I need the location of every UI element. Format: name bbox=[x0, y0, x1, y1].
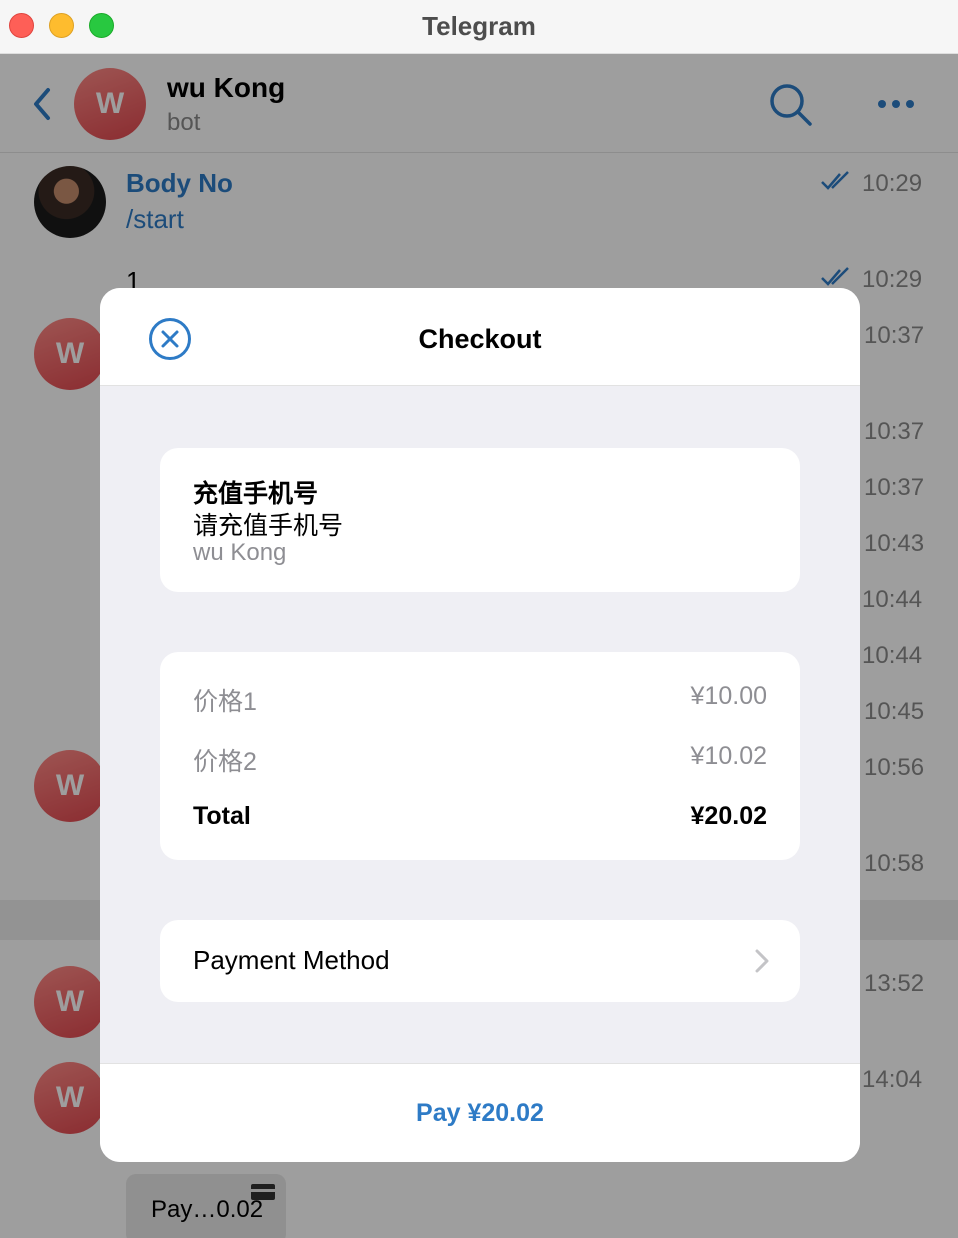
price-row: 价格2 ¥10.02 bbox=[193, 742, 767, 776]
price-value: ¥10.02 bbox=[690, 742, 767, 770]
pay-button[interactable]: Pay ¥20.02 bbox=[100, 1064, 860, 1162]
price-value: ¥10.00 bbox=[690, 682, 767, 710]
pay-bar: Pay ¥20.02 bbox=[100, 1063, 860, 1162]
total-label: Total bbox=[193, 802, 251, 830]
product-description: 请充值手机号 bbox=[193, 512, 344, 540]
price-label: 价格1 bbox=[193, 688, 257, 716]
chevron-right-icon bbox=[755, 949, 769, 973]
product-title: 充值手机号 bbox=[193, 480, 319, 508]
price-breakdown-card: 价格1 ¥10.00 价格2 ¥10.02 Total ¥20.02 bbox=[160, 652, 800, 860]
product-card: 充值手机号 请充值手机号 wu Kong bbox=[160, 448, 800, 592]
price-label: 价格2 bbox=[193, 748, 257, 776]
checkout-title: Checkout bbox=[418, 324, 542, 354]
payment-method-label: Payment Method bbox=[193, 945, 390, 975]
price-row: 价格1 ¥10.00 bbox=[193, 682, 767, 716]
total-value: ¥20.02 bbox=[690, 802, 767, 830]
checkout-modal: Checkout 充值手机号 请充值手机号 wu Kong 价格1 ¥10.00… bbox=[100, 288, 860, 1162]
window-title: Telegram bbox=[422, 11, 536, 41]
payment-method-row[interactable]: Payment Method bbox=[160, 920, 800, 1002]
total-row: Total ¥20.02 bbox=[193, 802, 767, 834]
product-bot-name: wu Kong bbox=[193, 539, 287, 566]
window-titlebar: Telegram bbox=[0, 0, 958, 54]
checkout-header: Checkout bbox=[100, 288, 860, 386]
